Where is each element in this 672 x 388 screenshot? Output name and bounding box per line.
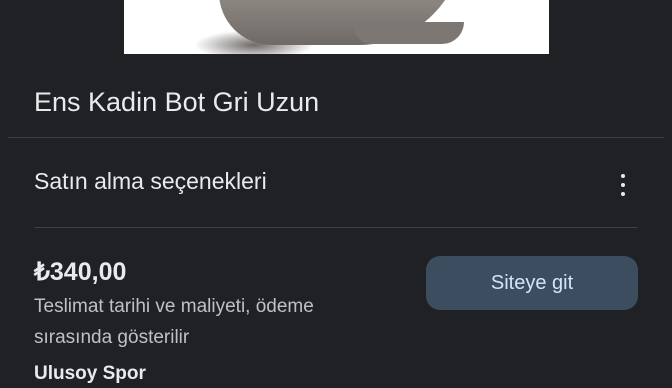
seller-name[interactable]: Ulusoy Spor xyxy=(34,360,146,388)
boot-sole-edge xyxy=(354,22,464,44)
product-title: Ens Kadin Bot Gri Uzun xyxy=(34,87,320,117)
divider xyxy=(8,137,664,138)
product-image[interactable] xyxy=(124,0,549,54)
delivery-note: Teslimat tarihi ve maliyeti, ödeme sıras… xyxy=(34,296,314,348)
go-to-site-button[interactable]: Siteye git xyxy=(426,256,638,310)
purchase-options-header: Satın alma seçenekleri xyxy=(34,168,267,194)
more-vert-icon xyxy=(621,174,625,196)
divider xyxy=(34,227,638,228)
more-options-button[interactable] xyxy=(606,169,640,201)
offer-price: ₺340,00 xyxy=(34,258,127,286)
